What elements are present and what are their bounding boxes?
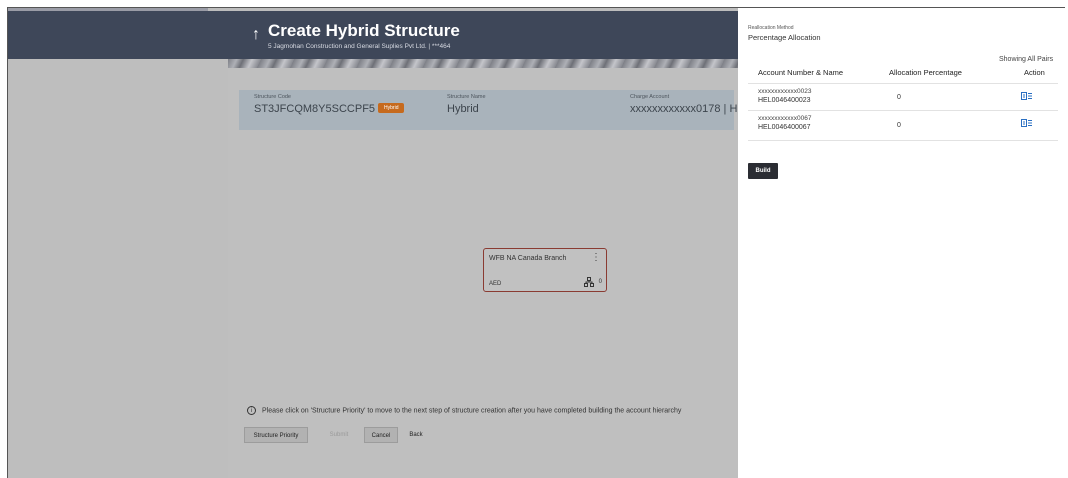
structure-name-value: Hybrid [447,103,479,115]
kebab-menu-icon[interactable]: ⋮ [591,252,601,263]
header-pattern [228,59,748,68]
app-window: ↑ Create Hybrid Structure 5 Jagmohan Con… [7,7,1065,478]
row2-name: HEL0046400067 [758,124,811,131]
node-name: WFB NA Canada Branch [489,255,567,262]
method-value: Percentage Allocation [748,33,821,42]
row-divider [748,140,1058,141]
hierarchy-icon[interactable] [584,277,594,290]
page-subtitle: 5 Jagmohan Construction and General Supl… [268,43,451,50]
showing-label: Showing All Pairs [999,56,1054,63]
build-button[interactable]: Build [748,163,778,179]
charge-account-label: Charge Account [630,94,670,100]
row2-percentage: 0 [897,122,901,129]
back-button[interactable]: Back [404,427,428,443]
hybrid-badge: Hybrid [378,103,405,114]
info-note: i Please click on 'Structure Priority' to… [247,406,681,415]
col-percentage: Allocation Percentage [889,68,962,77]
structure-code-label: Structure Code [254,94,291,100]
structure-name-label: Structure Name [447,94,486,100]
node-count: 0 [598,279,602,285]
up-arrow-icon[interactable]: ↑ [252,26,260,44]
row1-percentage: 0 [897,94,901,101]
info-note-text: Please click on 'Structure Priority' to … [262,407,682,415]
allocation-panel: Reallocation Method Percentage Allocatio… [738,8,1065,478]
row2-account: xxxxxxxxxxxx0067 [758,115,812,122]
row-divider [748,110,1058,111]
row1-account: xxxxxxxxxxxx0023 [758,88,812,95]
cancel-button[interactable]: Cancel [364,427,398,443]
sidebar [8,59,228,478]
edit-icon[interactable] [1021,119,1032,129]
edit-icon[interactable] [1021,92,1032,102]
page-title: Create Hybrid Structure [268,21,460,40]
submit-button[interactable]: Submit [319,427,359,443]
structure-info-bar: Structure Code ST3JFCQM8Y5SCCPF5 Hybrid S… [239,90,745,130]
row1-name: HEL0046400023 [758,97,811,104]
header-divider [748,83,1058,84]
method-label: Reallocation Method [748,25,794,31]
info-icon: i [247,406,256,415]
node-currency: AED [489,281,502,287]
charge-account-value: xxxxxxxxxxxx0178 | HE [630,103,745,115]
structure-priority-button[interactable]: Structure Priority [244,427,308,443]
structure-code-value: ST3JFCQM8Y5SCCPF5 Hybrid [254,103,405,115]
account-node[interactable]: WFB NA Canada Branch ⋮ AED 0 [483,248,607,292]
col-action: Action [1024,68,1045,77]
col-account: Account Number & Name [758,68,844,77]
